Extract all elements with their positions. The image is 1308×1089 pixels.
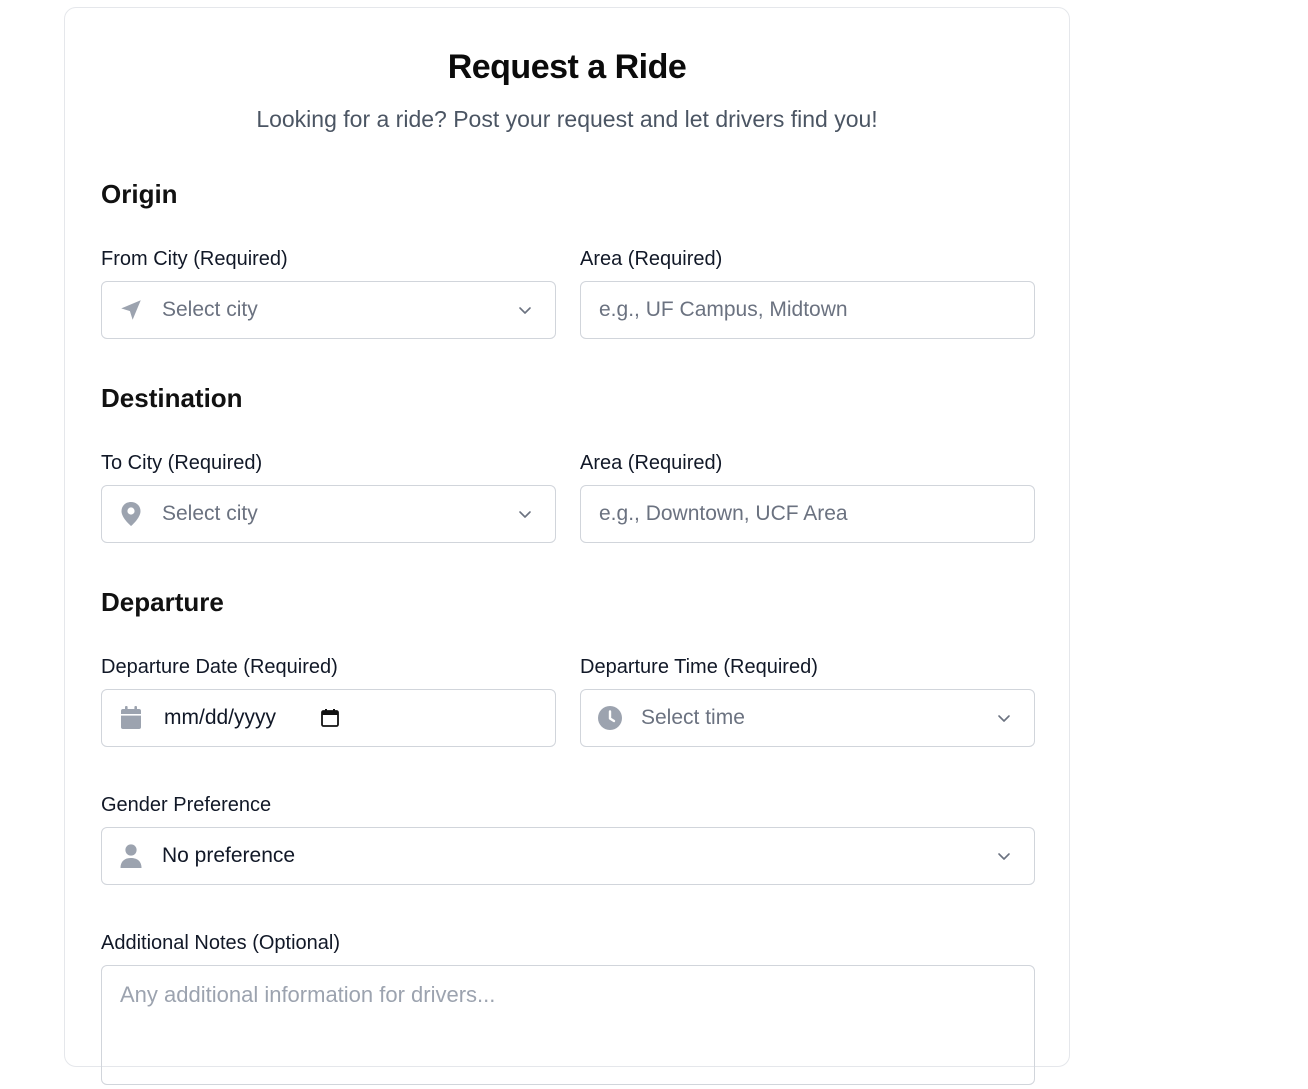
origin-section-title: Origin	[101, 179, 178, 209]
chevron-down-icon	[517, 302, 533, 318]
departure-date-label: Departure Date (Required)	[101, 656, 338, 678]
additional-notes-textarea[interactable]	[102, 966, 1034, 1084]
departure-date-field[interactable]: mm/dd/yyyy	[101, 689, 556, 747]
chevron-down-icon	[996, 848, 1012, 864]
chevron-down-icon	[996, 710, 1012, 726]
gender-preference-label: Gender Preference	[101, 794, 272, 816]
departure-time-select[interactable]: Select time	[580, 689, 1035, 747]
gender-preference-value: No preference	[162, 844, 296, 867]
calendar-picker-icon[interactable]	[320, 708, 340, 728]
from-city-value: Select city	[162, 298, 258, 321]
navigation-arrow-icon	[118, 297, 144, 323]
from-city-label: From City (Required)	[101, 248, 288, 270]
calendar-icon	[118, 705, 144, 731]
to-city-value: Select city	[162, 502, 258, 525]
departure-time-value: Select time	[641, 706, 745, 729]
page-title: Request a Ride	[447, 48, 687, 86]
to-city-select[interactable]: Select city	[101, 485, 556, 543]
clock-icon	[597, 705, 623, 731]
destination-section-title: Destination	[101, 383, 243, 413]
destination-area-label: Area (Required)	[580, 452, 723, 474]
departure-date-value: mm/dd/yyyy	[164, 706, 277, 729]
gender-preference-select[interactable]: No preference	[101, 827, 1035, 885]
origin-area-label: Area (Required)	[580, 248, 723, 270]
destination-area-field[interactable]	[580, 485, 1035, 543]
chevron-down-icon	[517, 506, 533, 522]
destination-area-input[interactable]	[581, 486, 1034, 542]
user-icon	[118, 843, 144, 869]
page-subtitle: Looking for a ride? Post your request an…	[256, 106, 878, 132]
map-pin-icon	[118, 501, 144, 527]
departure-time-label: Departure Time (Required)	[580, 656, 818, 678]
origin-area-input[interactable]	[581, 282, 1034, 338]
from-city-select[interactable]: Select city	[101, 281, 556, 339]
to-city-label: To City (Required)	[101, 452, 263, 474]
additional-notes-field[interactable]	[101, 965, 1035, 1085]
departure-section-title: Departure	[101, 587, 224, 617]
additional-notes-label: Additional Notes (Optional)	[101, 932, 341, 954]
ride-request-card: Request a Ride Looking for a ride? Post …	[64, 7, 1070, 1085]
origin-area-field[interactable]	[580, 281, 1035, 339]
